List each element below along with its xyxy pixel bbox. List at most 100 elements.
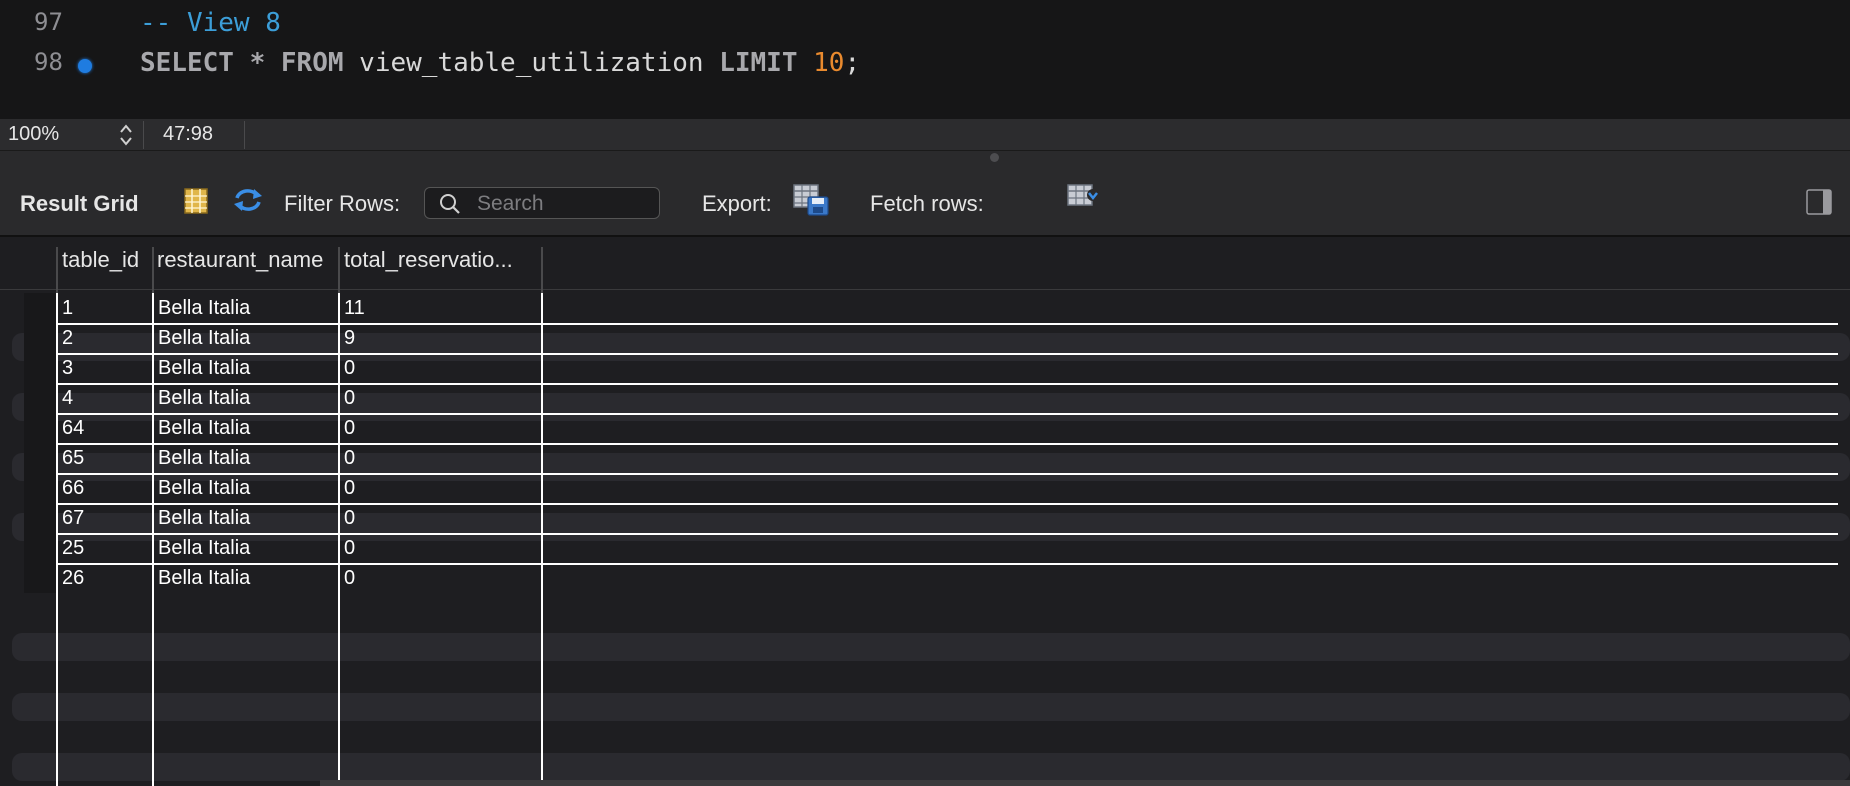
filter-rows-label: Filter Rows: xyxy=(284,191,401,216)
cell-restaurant-name[interactable]: Bella Italia xyxy=(158,507,250,530)
code-line-98[interactable]: 98 SELECT * FROM view_table_utilization … xyxy=(0,48,1850,88)
cell-total-reservations[interactable]: 0 xyxy=(344,507,355,530)
search-icon xyxy=(440,194,460,214)
table-row[interactable]: 67 Bella Italia 0 xyxy=(24,503,1838,535)
column-header-table-id[interactable]: table_id xyxy=(62,247,139,277)
column-divider[interactable] xyxy=(338,247,340,293)
filter-search-box[interactable] xyxy=(424,187,660,219)
export-icon[interactable] xyxy=(792,183,830,217)
sql-star: * xyxy=(249,48,266,78)
fetch-rows-icon[interactable] xyxy=(1066,183,1100,211)
cell-table-id[interactable]: 4 xyxy=(62,387,73,410)
grid-columns-icon[interactable] xyxy=(184,188,208,214)
column-line xyxy=(152,293,154,786)
sql-keyword: FROM xyxy=(280,48,344,78)
sql-editor[interactable]: 97 -- View 8 98 SELECT * FROM view_table… xyxy=(0,0,1850,119)
editor-status-bar: 100% 47:98 xyxy=(0,119,1850,151)
line-number: 98 xyxy=(34,48,63,76)
code-text[interactable]: -- View 8 xyxy=(140,8,281,38)
status-divider xyxy=(244,121,245,149)
row-selector[interactable] xyxy=(24,413,56,443)
row-selector[interactable] xyxy=(24,323,56,353)
cell-restaurant-name[interactable]: Bella Italia xyxy=(158,417,250,440)
table-row[interactable]: 65 Bella Italia 0 xyxy=(24,443,1838,475)
column-divider[interactable] xyxy=(152,247,154,293)
row-selector[interactable] xyxy=(24,383,56,413)
cell-total-reservations[interactable]: 0 xyxy=(344,387,355,410)
cell-table-id[interactable]: 64 xyxy=(62,417,84,440)
row-selector[interactable] xyxy=(24,563,56,593)
cell-total-reservations[interactable]: 0 xyxy=(344,537,355,560)
column-divider[interactable] xyxy=(56,247,58,293)
table-row[interactable]: 66 Bella Italia 0 xyxy=(24,473,1838,505)
search-input[interactable] xyxy=(475,191,657,217)
cell-total-reservations[interactable]: 9 xyxy=(344,327,355,350)
code-text[interactable]: SELECT * FROM view_table_utilization LIM… xyxy=(140,48,860,78)
cell-total-reservations[interactable]: 0 xyxy=(344,477,355,500)
statement-marker-icon[interactable] xyxy=(78,59,92,73)
table-row[interactable]: 3 Bella Italia 0 xyxy=(24,353,1838,385)
row-selector[interactable] xyxy=(24,533,56,563)
result-grid[interactable]: table_id restaurant_name total_reservati… xyxy=(0,237,1850,786)
cell-table-id[interactable]: 25 xyxy=(62,537,84,560)
cell-restaurant-name[interactable]: Bella Italia xyxy=(158,297,250,320)
toggle-side-panel-icon[interactable] xyxy=(1806,189,1832,215)
header-divider xyxy=(0,289,1850,290)
cell-total-reservations[interactable]: 0 xyxy=(344,447,355,470)
splitter-handle[interactable] xyxy=(990,153,999,162)
cell-table-id[interactable]: 1 xyxy=(62,297,73,320)
cell-table-id[interactable]: 3 xyxy=(62,357,73,380)
row-selector[interactable] xyxy=(24,353,56,383)
empty-row-stripe xyxy=(12,693,1850,721)
table-row[interactable]: 2 Bella Italia 9 xyxy=(24,323,1838,355)
cell-restaurant-name[interactable]: Bella Italia xyxy=(158,537,250,560)
empty-row-stripe xyxy=(12,633,1850,661)
table-row[interactable]: 25 Bella Italia 0 xyxy=(24,533,1838,565)
cell-table-id[interactable]: 26 xyxy=(62,567,84,590)
code-line-97[interactable]: 97 -- View 8 xyxy=(0,8,1850,48)
sql-identifier: view_table_utilization xyxy=(359,48,704,78)
cursor-position: 47:98 xyxy=(163,123,214,145)
cell-table-id[interactable]: 66 xyxy=(62,477,84,500)
result-grid-label[interactable]: Result Grid xyxy=(20,191,139,217)
sql-semicolon: ; xyxy=(844,48,861,78)
cell-total-reservations[interactable]: 0 xyxy=(344,357,355,380)
column-header-total-reservations[interactable]: total_reservatio... xyxy=(344,247,526,277)
table-row[interactable]: 64 Bella Italia 0 xyxy=(24,413,1838,445)
cell-restaurant-name[interactable]: Bella Italia xyxy=(158,477,250,500)
cell-restaurant-name[interactable]: Bella Italia xyxy=(158,357,250,380)
cell-total-reservations[interactable]: 0 xyxy=(344,417,355,440)
line-number: 97 xyxy=(34,8,63,36)
table-row[interactable]: 26 Bella Italia 0 xyxy=(24,563,1838,593)
cell-restaurant-name[interactable]: Bella Italia xyxy=(158,387,250,410)
empty-row-stripe xyxy=(12,753,1850,781)
cell-total-reservations[interactable]: 0 xyxy=(344,567,355,590)
cell-restaurant-name[interactable]: Bella Italia xyxy=(158,447,250,470)
row-selector[interactable] xyxy=(24,293,56,323)
cell-table-id[interactable]: 67 xyxy=(62,507,84,530)
refresh-icon[interactable] xyxy=(232,186,264,214)
sql-keyword: LIMIT xyxy=(719,48,798,78)
column-line xyxy=(56,293,58,786)
export-label: Export: xyxy=(702,191,772,216)
column-divider[interactable] xyxy=(541,247,543,293)
cell-total-reservations[interactable]: 11 xyxy=(344,297,365,320)
row-selector[interactable] xyxy=(24,473,56,503)
row-selector[interactable] xyxy=(24,443,56,473)
cell-table-id[interactable]: 65 xyxy=(62,447,84,470)
table-row[interactable]: 4 Bella Italia 0 xyxy=(24,383,1838,415)
row-selector[interactable] xyxy=(24,503,56,533)
zoom-level[interactable]: 100% xyxy=(8,123,59,146)
sql-keyword: SELECT xyxy=(140,48,234,78)
column-line xyxy=(338,293,340,786)
zoom-stepper-icon[interactable] xyxy=(118,123,134,147)
cell-restaurant-name[interactable]: Bella Italia xyxy=(158,567,250,590)
column-header-restaurant-name[interactable]: restaurant_name xyxy=(157,247,323,277)
column-line xyxy=(541,293,543,786)
cell-restaurant-name[interactable]: Bella Italia xyxy=(158,327,250,350)
table-row[interactable]: 1 Bella Italia 11 xyxy=(24,293,1838,325)
sql-comment: -- View 8 xyxy=(140,8,281,38)
horizontal-scrollbar[interactable] xyxy=(320,780,1850,786)
cell-table-id[interactable]: 2 xyxy=(62,327,73,350)
status-divider xyxy=(143,121,144,149)
